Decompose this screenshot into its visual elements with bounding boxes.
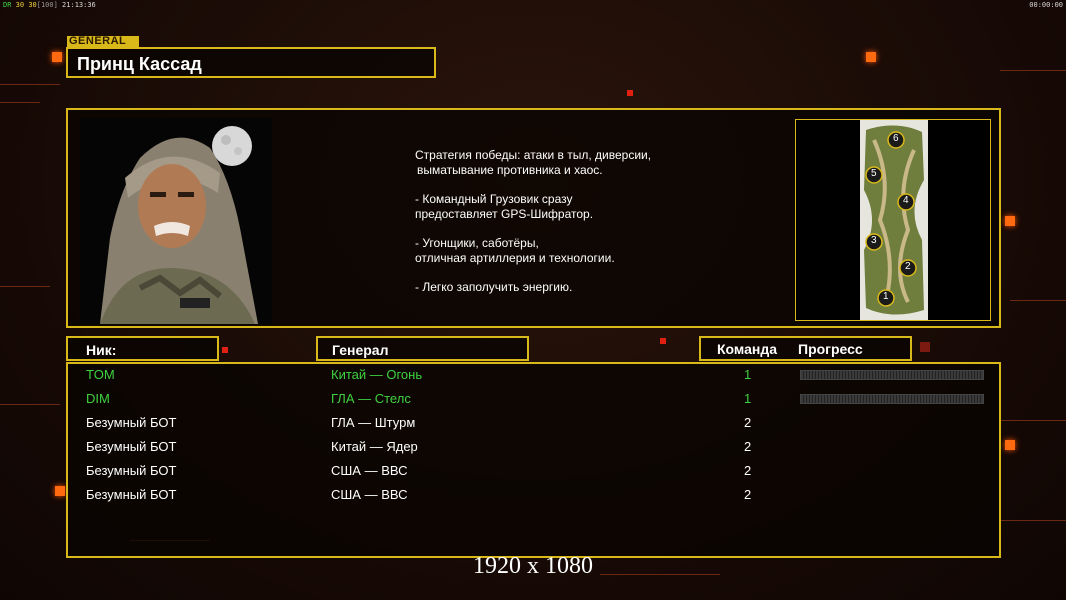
- player-nick: Безумный БОТ: [86, 487, 177, 502]
- strategy-line: - Угонщики, саботёры,: [415, 236, 539, 250]
- hud-prefix: DR: [3, 1, 12, 9]
- player-nick: Безумный БОТ: [86, 463, 177, 478]
- player-row: Безумный БОТ ГЛА — Штурм 2: [0, 412, 1066, 436]
- player-team: 2: [744, 439, 752, 454]
- spawn-marker: 3: [871, 235, 877, 246]
- strategy-line: предоставляет GPS-Шифратор.: [415, 207, 594, 221]
- progress-bar: [800, 394, 984, 404]
- map-preview[interactable]: 6 5 4 3 2 1: [795, 119, 991, 321]
- player-team: 2: [744, 463, 752, 478]
- minimap: [860, 120, 928, 320]
- player-team: 1: [744, 367, 752, 382]
- general-portrait: [80, 118, 272, 324]
- player-row: TOM Китай — Огонь 1: [0, 364, 1066, 388]
- player-nick: Безумный БОТ: [86, 415, 177, 430]
- player-general: Китай — Ядер: [331, 439, 418, 454]
- spawn-marker: 5: [871, 168, 877, 179]
- player-row: Безумный БОТ США — ВВС 2: [0, 484, 1066, 508]
- player-nick: Безумный БОТ: [86, 439, 177, 454]
- general-header-label: Генерал: [332, 342, 389, 358]
- player-nick: TOM: [86, 367, 115, 382]
- spawn-marker: 4: [903, 195, 909, 206]
- portrait-image: [100, 126, 258, 324]
- strategy-line: - Командный Грузовик сразу: [415, 192, 573, 206]
- player-nick: DIM: [86, 391, 110, 406]
- strategy-line: - Легко заполучить энергию.: [415, 280, 573, 294]
- game-timer: 00:00:00: [1029, 1, 1063, 9]
- spawn-marker: 2: [905, 261, 911, 272]
- player-general: ГЛА — Стелс: [331, 391, 411, 406]
- player-team: 2: [744, 487, 752, 502]
- fps-limit: [100]: [36, 1, 58, 9]
- player-team: 2: [744, 415, 752, 430]
- player-row: Безумный БОТ США — ВВС 2: [0, 460, 1066, 484]
- general-name-box: Принц Кассад: [66, 47, 436, 78]
- nick-header: Ник:: [66, 336, 219, 361]
- spawn-marker: 1: [883, 291, 889, 302]
- progress-header-label: Прогресс: [798, 341, 863, 357]
- player-general: США — ВВС: [331, 487, 408, 502]
- team-progress-header: Команда Прогресс: [699, 336, 912, 361]
- strategy-line: отличная артиллерия и технологии.: [415, 251, 615, 265]
- strategy-text: Стратегия победы: атаки в тыл, диверсии,…: [415, 148, 651, 295]
- progress-bar: [800, 370, 984, 380]
- general-info-panel: Стратегия победы: атаки в тыл, диверсии,…: [66, 108, 1001, 328]
- clock: 21:13:36: [62, 1, 96, 9]
- fps-value-1: 30: [15, 1, 25, 9]
- nick-header-label: Ник:: [86, 342, 117, 358]
- strategy-line: выматывание противника и хаос.: [417, 163, 603, 177]
- strategy-line: Стратегия победы: атаки в тыл, диверсии,: [415, 148, 652, 162]
- player-general: США — ВВС: [331, 463, 408, 478]
- player-general: Китай — Огонь: [331, 367, 423, 382]
- spawn-marker: 6: [893, 133, 899, 144]
- player-general: ГЛА — Штурм: [331, 415, 416, 430]
- player-row: Безумный БОТ Китай — Ядер 2: [0, 436, 1066, 460]
- fps-counter: DR 30 30[100] 21:13:36: [3, 1, 96, 9]
- general-name: Принц Кассад: [77, 54, 202, 74]
- player-row: DIM ГЛА — Стелс 1: [0, 388, 1066, 412]
- general-tag: GENERAL: [67, 36, 139, 47]
- team-header-label: Команда: [717, 341, 777, 357]
- resolution-caption: 1920 x 1080: [473, 553, 593, 579]
- fps-value-2: 30: [28, 1, 37, 9]
- player-team: 1: [744, 391, 752, 406]
- general-header: Генерал: [316, 336, 529, 361]
- players-panel: TOM Китай — Огонь 1 DIM ГЛА — Стелс 1 Безумный…: [66, 362, 1001, 558]
